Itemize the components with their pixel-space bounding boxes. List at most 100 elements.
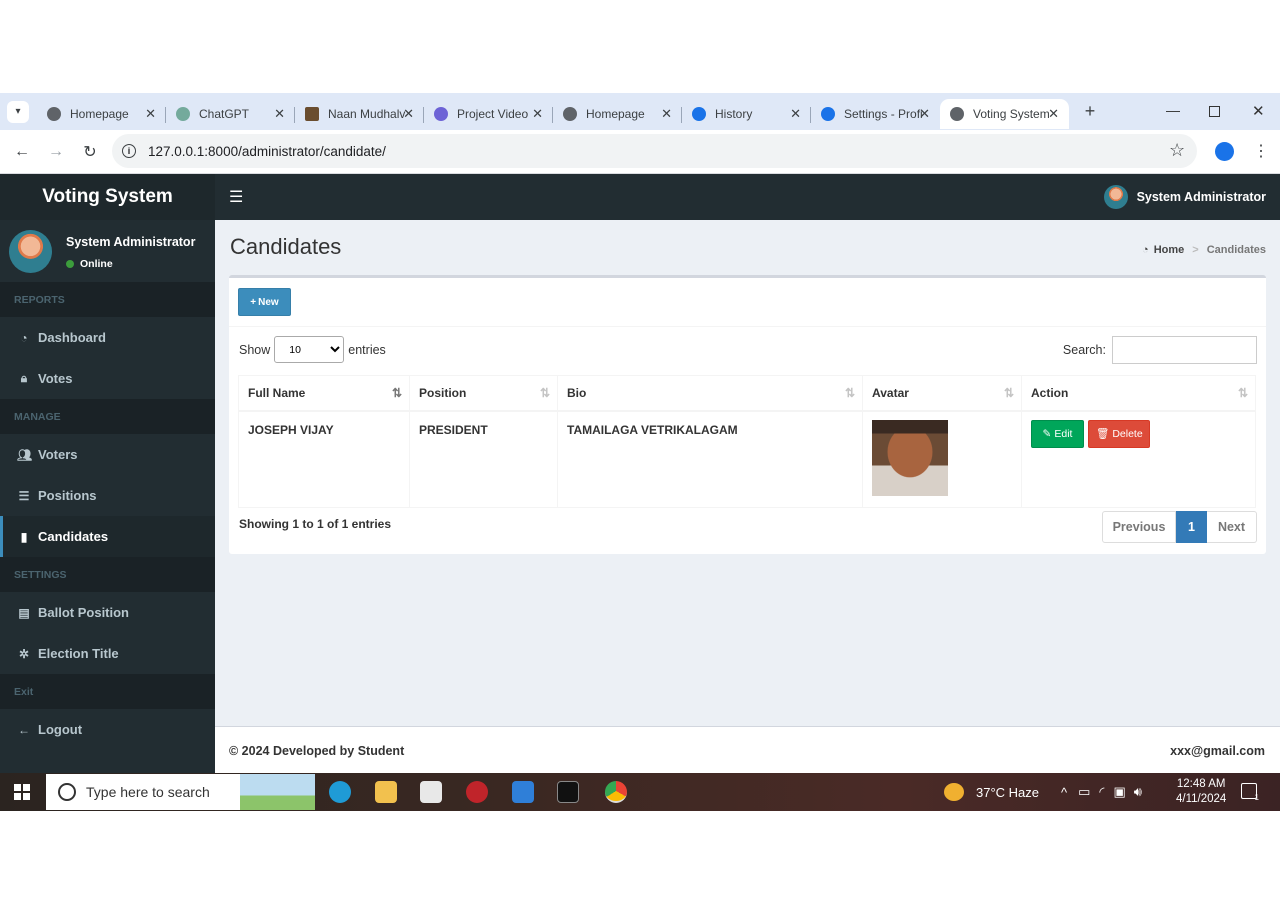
app-brand[interactable]: Voting System [0, 174, 215, 220]
page-1-button[interactable]: 1 [1176, 511, 1207, 543]
table-info: Showing 1 to 1 of 1 entries [239, 517, 392, 531]
tasks-icon: ☰ [18, 488, 30, 503]
menu-kebab-icon[interactable]: ⋮ [1253, 141, 1269, 161]
terminal-icon[interactable] [557, 781, 579, 803]
microsoft-store-icon[interactable] [420, 781, 442, 803]
users-icon: 👥︎ [17, 447, 33, 462]
chevron-up-icon[interactable]: ^ [1061, 785, 1067, 800]
sidebar-item-votes[interactable]: 🔒︎ Votes [0, 358, 215, 399]
browser-tab[interactable]: ChatGPT ✕ [166, 99, 295, 129]
browser-tab[interactable]: Homepage ✕ [37, 99, 166, 129]
profile-icon[interactable] [1215, 142, 1234, 161]
column-header-full-name[interactable]: Full Name ⇅ [238, 375, 410, 412]
bookmark-star-icon[interactable]: ☆ [1169, 140, 1185, 161]
back-icon[interactable]: ← [12, 143, 32, 161]
breadcrumb: ◔ Home > Candidates [1142, 244, 1266, 256]
file-explorer-icon[interactable] [375, 781, 397, 803]
restore-button[interactable] [1209, 106, 1220, 117]
breadcrumb-current: Candidates [1206, 244, 1266, 256]
cell-position: PRESIDENT [409, 410, 558, 508]
url-bar[interactable]: i 127.0.0.1:8000/administrator/candidate… [112, 134, 1197, 168]
clock-time: 12:48 AM [1176, 778, 1226, 790]
column-header-bio[interactable]: Bio ⇅ [557, 375, 863, 412]
entries-label: entries [348, 342, 386, 357]
taskbar-search[interactable]: Type here to search [46, 774, 315, 810]
close-icon[interactable]: ✕ [919, 106, 930, 122]
search-label: Search: [1062, 343, 1106, 357]
battery-icon[interactable]: ▭ [1078, 784, 1090, 800]
volume-icon[interactable]: 🔊︎ [1134, 784, 1142, 800]
sidebar-toggle-icon[interactable]: ☰ [229, 187, 243, 207]
windows-start-icon[interactable] [14, 784, 30, 800]
close-icon[interactable]: ✕ [274, 106, 285, 122]
close-icon[interactable]: ✕ [1048, 106, 1059, 122]
browser-tab[interactable]: History ✕ [682, 99, 811, 129]
dashboard-icon: ◔ [1142, 244, 1149, 256]
sidebar-header-exit: Exit [0, 674, 215, 709]
lock-icon: 🔒︎ [20, 371, 28, 385]
edit-button[interactable]: ✎ Edit [1031, 420, 1084, 448]
chrome-icon[interactable] [605, 781, 627, 803]
close-icon[interactable]: ✕ [661, 106, 672, 122]
browser-tab[interactable]: Homepage ✕ [553, 99, 682, 129]
mail-icon[interactable] [512, 781, 534, 803]
close-window-button[interactable]: ✕ [1252, 102, 1265, 120]
edge-icon[interactable] [329, 781, 351, 803]
close-icon[interactable]: ✕ [532, 106, 543, 122]
history-icon [692, 106, 706, 121]
close-icon[interactable]: ✕ [145, 106, 156, 122]
search-input[interactable] [1112, 336, 1257, 364]
sidebar-item-voters[interactable]: 👥︎ Voters [0, 434, 215, 475]
browser-tab[interactable]: Settings - Profile ✕ [811, 99, 940, 129]
taskbar-clock[interactable]: 12:48 AM 4/11/2024 [1176, 777, 1226, 807]
page-footer: © 2024 Developed by Student xxx@gmail.co… [215, 726, 1280, 773]
close-icon[interactable]: ✕ [790, 106, 801, 122]
sidebar-user-name: System Administrator [66, 235, 196, 249]
candidate-photo [872, 419, 948, 496]
sidebar-item-election-title[interactable]: ✲ Election Title [0, 633, 215, 674]
sidebar-item-candidates[interactable]: ▮ Candidates [0, 516, 215, 557]
candidates-box: + New Show 10 entries Search: Full Name ⇅ … [229, 275, 1266, 554]
delete-button[interactable]: 🗑︎ Delete [1088, 419, 1151, 448]
sidebar-item-positions[interactable]: ☰ Positions [0, 475, 215, 516]
forward-icon[interactable]: → [46, 143, 66, 161]
new-candidate-button[interactable]: + New [238, 288, 291, 316]
sidebar-item-ballot-position[interactable]: ▤ Ballot Position [0, 592, 215, 633]
site-info-icon[interactable]: i [122, 144, 136, 158]
browser-tab[interactable]: Naan Mudhalvan ✕ [295, 99, 424, 129]
previous-page-button[interactable]: Previous [1102, 511, 1176, 543]
entries-select[interactable]: 10 [274, 336, 345, 363]
address-bar-row: ← → ↻ i 127.0.0.1:8000/administrator/can… [0, 130, 1280, 174]
sidebar-item-dashboard[interactable]: ◔ Dashboard [0, 317, 215, 358]
column-header-position[interactable]: Position ⇅ [409, 375, 558, 412]
browser-tab[interactable]: Project Video ✕ [424, 99, 553, 129]
breadcrumb-home[interactable]: Home [1154, 244, 1185, 256]
content-area: Candidates ◔ Home > Candidates + New Show… [215, 220, 1280, 727]
user-menu[interactable]: System Administrator [1103, 185, 1266, 209]
screen: ▾ Homepage ✕ ChatGPT ✕ Naan Mudhalvan ✕ … [0, 93, 1280, 811]
minimize-button[interactable]: — [1166, 102, 1180, 118]
table-row: JOSEPH VIJAY PRESIDENT TAMAILAGA VETRIKA… [238, 410, 1256, 508]
avatar [9, 230, 52, 273]
windows-taskbar: Type here to search 37°C Haze ^ ▭ ◜ ▣ 🔊︎… [0, 773, 1280, 811]
notification-icon[interactable]: 1 [1241, 783, 1259, 802]
sidebar-item-logout[interactable]: ← Logout [0, 709, 215, 750]
cell-bio: TAMAILAGA VETRIKALAGAM [557, 410, 863, 508]
browser-tab-active[interactable]: Voting System ✕ [940, 98, 1069, 129]
url-text: 127.0.0.1:8000/administrator/candidate/ [148, 143, 386, 159]
app-icon[interactable] [466, 781, 488, 803]
close-icon[interactable]: ✕ [403, 106, 414, 122]
weather-text[interactable]: 37°C Haze [976, 785, 1039, 800]
next-page-button[interactable]: Next [1207, 511, 1257, 543]
tab-search-dropdown[interactable]: ▾ [7, 100, 29, 123]
weather-icon [944, 783, 964, 801]
status-dot-icon [66, 260, 74, 268]
entries-length-control: Show 10 entries [239, 336, 386, 363]
new-tab-button[interactable]: + [1077, 101, 1103, 122]
wifi-icon[interactable]: ◜ [1099, 784, 1104, 800]
display-icon[interactable]: ▣ [1113, 784, 1125, 800]
column-header-action[interactable]: Action ⇅ [1021, 375, 1256, 412]
user-panel: System Administrator Online [0, 220, 215, 282]
reload-icon[interactable]: ↻ [80, 142, 100, 162]
column-header-avatar[interactable]: Avatar ⇅ [862, 375, 1022, 412]
